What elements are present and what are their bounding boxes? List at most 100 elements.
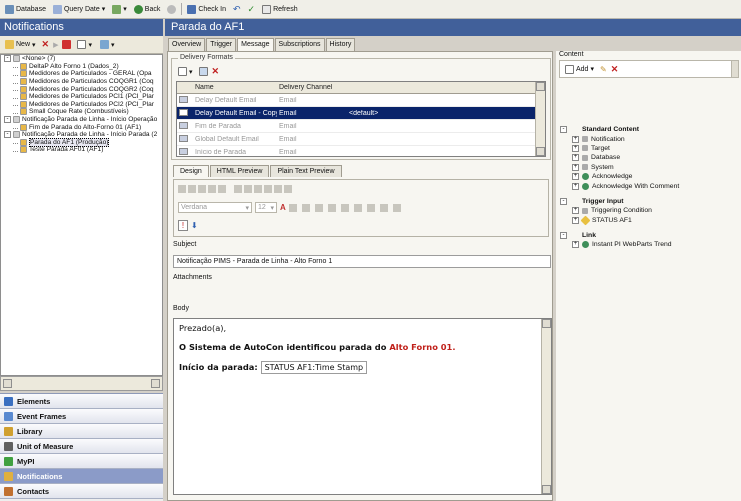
content-item[interactable]: + Target xyxy=(560,144,741,153)
column-header-channel[interactable]: Delivery Channel xyxy=(277,84,347,91)
copy-icon[interactable] xyxy=(188,185,196,193)
editor-tab-design[interactable]: Design xyxy=(173,165,209,177)
cut-icon[interactable] xyxy=(178,185,186,193)
query-date-button[interactable]: Query Date ▾ xyxy=(51,4,107,15)
scroll-up-button[interactable] xyxy=(536,82,545,91)
nav-library[interactable]: Library xyxy=(0,424,163,439)
grow-font-icon[interactable] xyxy=(301,203,310,212)
time-stamp-token[interactable]: STATUS AF1:Time Stamp xyxy=(260,361,368,374)
tree-item[interactable]: Fim de Parada do Alto-Forno 01 (AF1) xyxy=(1,123,162,131)
bullet-list-icon[interactable] xyxy=(234,185,242,193)
add-content-button[interactable]: Add ▾ xyxy=(563,64,596,75)
vertical-scrollbar[interactable] xyxy=(535,82,545,156)
nav-notifications[interactable]: Notifications xyxy=(0,469,163,484)
expander-icon[interactable]: - xyxy=(4,131,11,139)
content-item[interactable]: + STATUS AF1 xyxy=(560,215,741,226)
notifications-tree[interactable]: - <None> (7) DeltaP Alto Forno 1 (Dados_2)… xyxy=(0,54,163,376)
scroll-down-button[interactable] xyxy=(542,485,551,494)
tree-item[interactable]: Small Coque Rate (Combustíveis) xyxy=(1,108,162,116)
font-size-select[interactable]: 12 ▾ xyxy=(255,202,277,213)
content-group[interactable]: - Standard Content xyxy=(560,125,741,134)
editor-tab-html-preview[interactable]: HTML Preview xyxy=(209,165,270,177)
confirm-button[interactable]: ✓ xyxy=(246,3,258,16)
stop-icon[interactable] xyxy=(62,40,72,49)
expander-icon[interactable]: - xyxy=(560,232,567,240)
shrink-font-icon[interactable] xyxy=(314,203,323,212)
content-item[interactable]: + Acknowledge With Comment xyxy=(560,181,741,190)
tab-message[interactable]: Message xyxy=(237,38,274,52)
back-button[interactable]: Back xyxy=(132,4,163,15)
tab-subscriptions[interactable]: Subscriptions xyxy=(274,38,325,52)
check-in-button[interactable]: Check In xyxy=(185,4,228,15)
delete-icon[interactable]: ✕ xyxy=(611,64,619,75)
font-family-select[interactable]: Verdana ▾ xyxy=(178,202,252,213)
undo-icon[interactable] xyxy=(208,185,216,193)
content-item[interactable]: + Triggering Condition xyxy=(560,206,741,215)
forward-button[interactable] xyxy=(165,4,178,15)
content-item[interactable]: + Notification xyxy=(560,134,741,143)
search-button[interactable]: ▾ xyxy=(110,4,129,15)
image-icon[interactable] xyxy=(284,185,292,193)
database-button[interactable]: Database xyxy=(3,4,48,15)
redo-icon[interactable] xyxy=(218,185,226,193)
bold-icon[interactable] xyxy=(327,203,336,212)
subscribe-button[interactable]: ▾ xyxy=(98,39,117,50)
scroll-right-button[interactable] xyxy=(151,379,160,388)
nav-elements[interactable]: Elements xyxy=(0,394,163,409)
content-tree[interactable]: - Standard Content + Notification + Target + Da… xyxy=(560,125,741,305)
tree-item[interactable]: DeltaP Alto Forno 1 (Dados_2) xyxy=(1,62,162,71)
tree-item[interactable]: Medidores de Particulados PCI2 (PCI_Plar xyxy=(1,100,162,109)
content-item[interactable]: + Instant PI WebParts Trend xyxy=(560,240,741,249)
link-icon[interactable] xyxy=(274,185,282,193)
content-group[interactable]: - Link xyxy=(560,231,741,240)
scroll-left-button[interactable] xyxy=(3,379,12,388)
body-editor[interactable]: Prezado(a), O Sistema de AutoCon identif… xyxy=(173,318,552,495)
nav-unit-of-measure[interactable]: Unit of Measure xyxy=(0,439,163,454)
copy-button[interactable]: ▾ xyxy=(75,39,94,50)
align-right-icon[interactable] xyxy=(392,203,401,212)
tree-item[interactable]: Parada do AF1 (Produção) xyxy=(1,137,162,147)
tab-overview[interactable]: Overview xyxy=(168,38,206,52)
insert-content-icon[interactable]: ! xyxy=(178,220,188,231)
tree-item[interactable]: Medidores de Particulados COQGR2 (Coq xyxy=(1,85,162,93)
tree-item[interactable]: Teste Parada AF01 (AF1) xyxy=(1,146,162,154)
expander-icon[interactable]: - xyxy=(4,116,11,124)
delete-icon[interactable]: ✕ xyxy=(42,39,50,50)
table-row[interactable]: Global Default Email Email xyxy=(177,133,545,146)
edit-icon[interactable]: ✎ xyxy=(600,65,607,74)
content-group[interactable]: - Trigger Input xyxy=(560,197,741,206)
expander-icon[interactable]: + xyxy=(572,144,579,152)
content-item[interactable]: + System xyxy=(560,163,741,172)
expander-icon[interactable]: + xyxy=(572,241,579,249)
nav-event-frames[interactable]: Event Frames xyxy=(0,409,163,424)
paste-icon[interactable] xyxy=(198,185,206,193)
italic-icon[interactable] xyxy=(340,203,349,212)
delete-icon[interactable]: ✕ xyxy=(212,66,220,77)
highlight-icon[interactable] xyxy=(288,203,297,212)
numbered-list-icon[interactable] xyxy=(244,185,252,193)
table-row[interactable]: Delay Default Email Email xyxy=(177,94,545,107)
refresh-button[interactable]: Refresh xyxy=(260,4,300,15)
tab-history[interactable]: History xyxy=(325,38,356,52)
outdent-icon[interactable] xyxy=(264,185,272,193)
nav-contacts[interactable]: Contacts xyxy=(0,484,163,499)
expander-icon[interactable]: + xyxy=(572,154,579,162)
tree-item[interactable]: Medidores de Particulados - GERAL (Opa xyxy=(1,70,162,78)
expander-icon[interactable]: - xyxy=(560,197,567,205)
content-scroll-handle[interactable] xyxy=(731,60,739,78)
table-row[interactable]: Início de Parada Email xyxy=(177,146,545,156)
expander-icon[interactable]: - xyxy=(560,126,567,134)
tab-trigger[interactable]: Trigger xyxy=(206,38,237,52)
expander-icon[interactable]: - xyxy=(4,55,11,63)
indent-icon[interactable] xyxy=(254,185,262,193)
align-center-icon[interactable] xyxy=(379,203,388,212)
subject-input[interactable]: Notificação PIMS - Parada de Linha - Alt… xyxy=(173,255,551,268)
scroll-up-button[interactable] xyxy=(542,319,551,328)
tree-item[interactable]: Medidores de Particulados COQGR1 (Coq xyxy=(1,78,162,86)
font-color-icon[interactable]: A xyxy=(280,203,286,212)
expander-icon[interactable]: + xyxy=(572,163,579,171)
expander-icon[interactable]: + xyxy=(572,182,579,190)
nav-mypi[interactable]: MyPI xyxy=(0,454,163,469)
table-row[interactable]: Delay Default Email - Copy Email <default> xyxy=(177,107,545,120)
add-format-button[interactable]: ▾ xyxy=(176,66,195,77)
